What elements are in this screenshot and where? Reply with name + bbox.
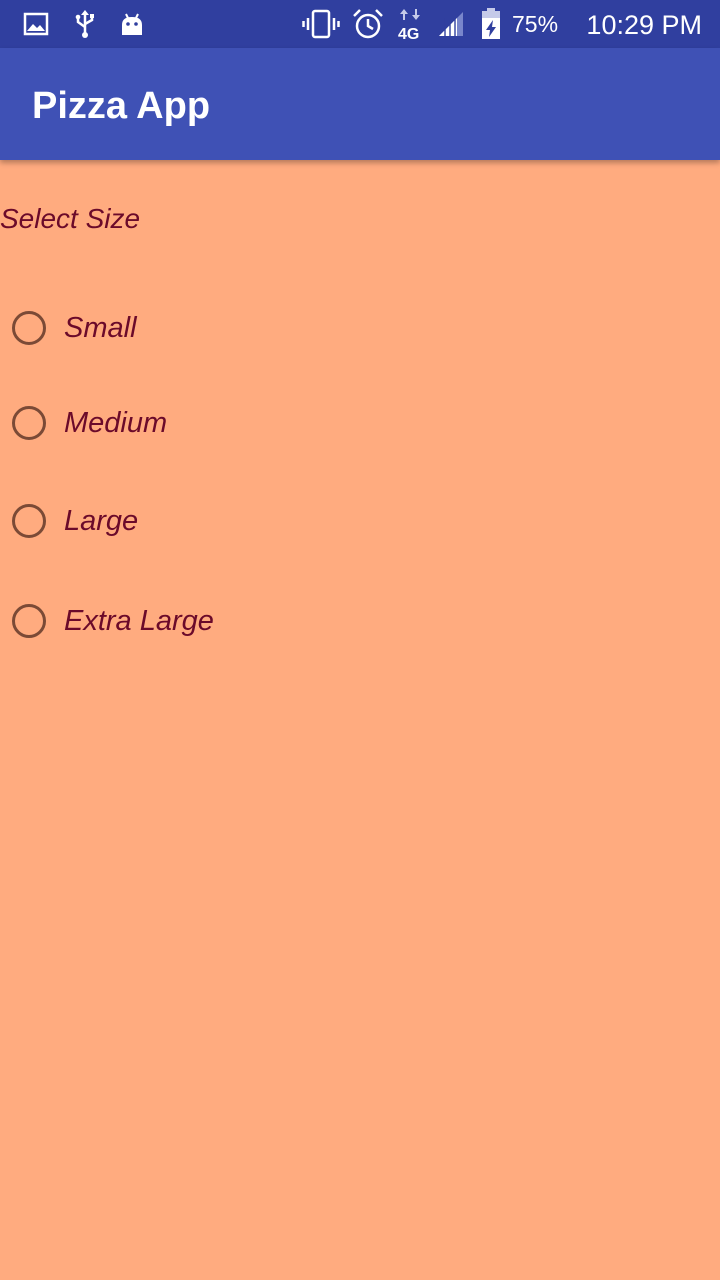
image-icon: [22, 0, 50, 48]
status-clock: 10:29 PM: [586, 10, 702, 40]
battery-charging-icon: [480, 0, 502, 48]
app-title: Pizza App: [32, 85, 211, 127]
battery-percentage: 75%: [512, 11, 559, 37]
size-option-small[interactable]: Small: [0, 292, 360, 364]
size-option-label: Medium: [64, 407, 168, 439]
size-option-label: Large: [64, 505, 139, 537]
size-option-label: Extra Large: [64, 605, 214, 637]
size-option-large[interactable]: Large: [0, 485, 360, 557]
vibrate-icon: [302, 0, 340, 48]
size-option-extra-large[interactable]: Extra Large: [0, 585, 360, 657]
svg-text:4G: 4G: [398, 26, 419, 41]
network-4g-icon: 4G: [396, 0, 426, 48]
status-bar: 4G 75% 10:29 PM: [0, 0, 720, 48]
radio-button-circle[interactable]: [12, 504, 46, 538]
size-option-label: Small: [64, 312, 137, 344]
usb-icon: [72, 0, 98, 48]
size-option-medium[interactable]: Medium: [0, 387, 360, 459]
radio-button-circle[interactable]: [12, 406, 46, 440]
radio-button-circle[interactable]: [12, 604, 46, 638]
alarm-icon: [352, 0, 384, 48]
select-size-label: Select Size: [0, 203, 141, 234]
signal-icon: [436, 0, 466, 48]
radio-button-circle[interactable]: [12, 311, 46, 345]
app-bar: Pizza App: [0, 48, 720, 160]
android-icon: [118, 0, 146, 48]
